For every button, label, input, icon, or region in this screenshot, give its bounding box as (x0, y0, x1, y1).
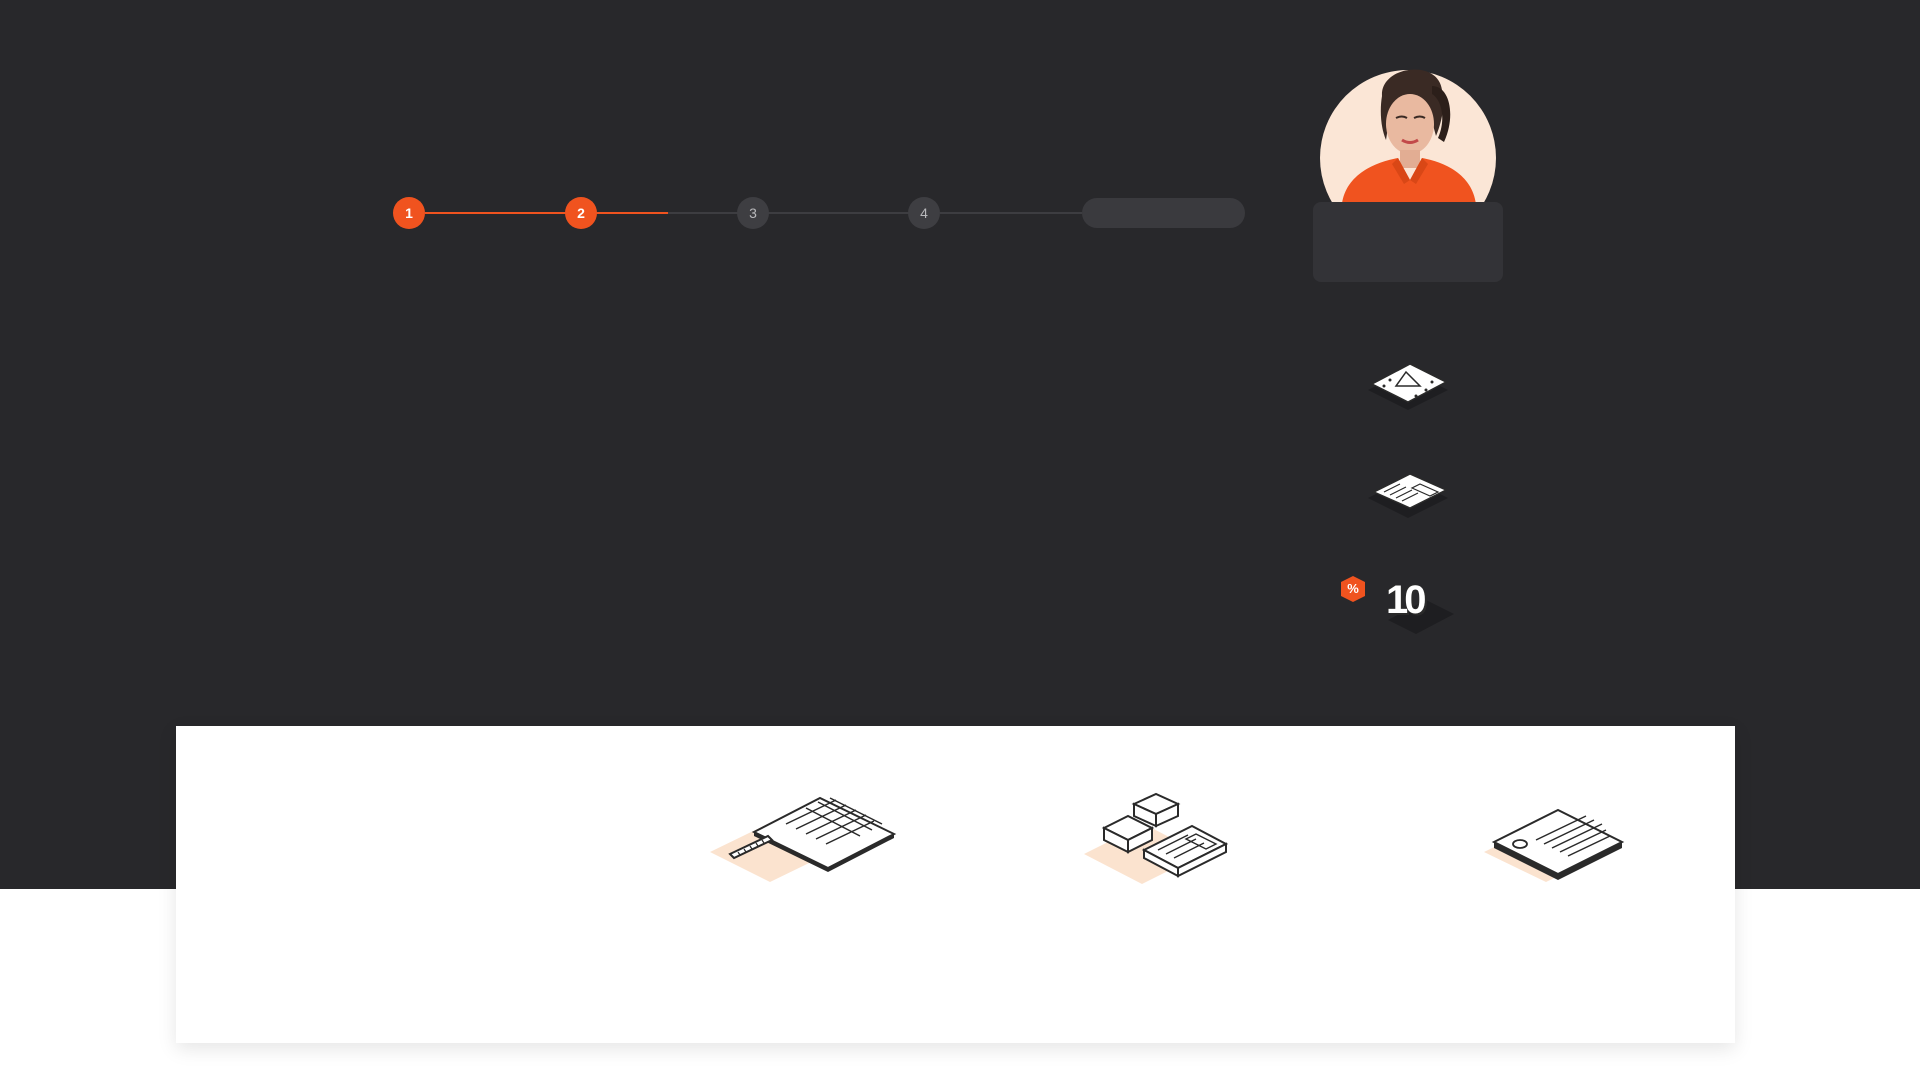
progress-stepper: 1 2 3 4 (0, 0, 1920, 260)
features-panel (176, 726, 1735, 1043)
consultant-avatar (1320, 56, 1496, 204)
step-connector-4-final (940, 212, 1082, 214)
step-connector-1-2 (425, 212, 572, 214)
map-icon (1360, 356, 1454, 419)
document-icon (1482, 782, 1632, 911)
discount-10-icon: % 10 (1336, 572, 1454, 643)
discount-number: 10 (1386, 578, 1426, 622)
calculator-blocks-icon (1084, 784, 1244, 909)
step-connector-2-3-done (596, 212, 668, 214)
consultant-card (1313, 202, 1503, 282)
discount-badge: % (1347, 581, 1359, 596)
step-4[interactable]: 4 (908, 197, 940, 229)
step-3[interactable]: 3 (737, 197, 769, 229)
calculator-icon (1360, 464, 1454, 527)
blueprint-ruler-icon (710, 784, 900, 909)
step-final-placeholder (1082, 198, 1245, 228)
step-connector-3-4 (768, 212, 924, 214)
step-2[interactable]: 2 (565, 197, 597, 229)
step-1[interactable]: 1 (393, 197, 425, 229)
